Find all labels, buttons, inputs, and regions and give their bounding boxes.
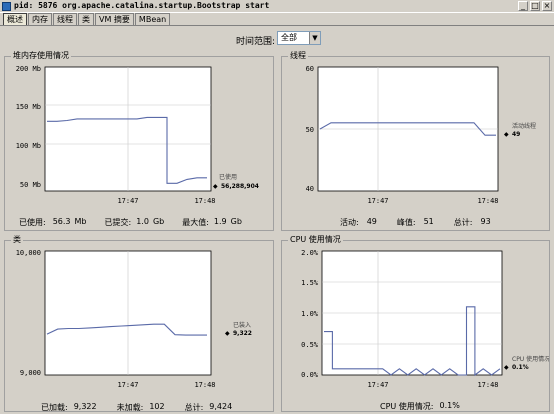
heap-max-label: 最大值: [182, 218, 209, 227]
series-marker-icon: ◆ [213, 183, 218, 190]
threads-y-tick: 40 [306, 185, 314, 193]
cpu-y-tick: 1.5% [301, 279, 319, 287]
heap-panel: 堆内存使用情况 200 Mb 150 Mb 100 Mb 50 Mb 17:47… [4, 51, 274, 231]
cpu-chart: 2.0% 1.5% 1.0% 0.5% 0.0% 17:47 17:48 CPU… [301, 249, 549, 389]
cpu-panel-title: CPU 使用情况 [288, 235, 343, 245]
heap-panel-title: 堆内存使用情况 [11, 51, 71, 61]
series-marker-icon: ◆ [504, 364, 509, 371]
threads-stats: 活动: 49 峰值: 51 总计: 93 [340, 217, 491, 228]
classes-unloaded-label: 未加载: [116, 403, 144, 412]
classes-y-tick: 10,000 [16, 249, 41, 257]
tab-memory[interactable]: 内存 [28, 13, 52, 25]
cpu-usage-value: 0.1% [439, 401, 460, 410]
cpu-stats: CPU 使用情况: 0.1% [380, 401, 460, 412]
heap-x-tick: 17:48 [194, 197, 215, 205]
heap-used-value: 56.3 [52, 217, 71, 226]
threads-live-label: 活动: [340, 218, 359, 227]
time-range-select[interactable]: 全部 ▼ [277, 31, 321, 45]
series-marker-icon: ◆ [225, 330, 230, 337]
cpu-x-tick: 17:48 [477, 381, 498, 389]
classes-stats: 已加载: 9,322 未加载: 102 总计: 9,424 [41, 402, 232, 413]
tab-vm-summary[interactable]: VM 摘要 [95, 13, 134, 25]
heap-chart: 200 Mb 150 Mb 100 Mb 50 Mb 17:47 17:48 已… [16, 65, 259, 205]
tab-threads[interactable]: 线程 [53, 13, 77, 25]
cpu-y-tick: 1.0% [301, 310, 319, 318]
heap-x-tick: 17:47 [117, 197, 138, 205]
threads-total-label: 总计: [453, 218, 473, 227]
threads-x-tick: 17:48 [477, 197, 498, 205]
classes-panel-title: 类 [11, 235, 23, 245]
heap-y-tick: 150 Mb [16, 103, 41, 111]
threads-y-tick: 60 [306, 65, 314, 73]
heap-y-tick: 100 Mb [16, 142, 41, 150]
classes-y-tick: 9,000 [20, 369, 41, 377]
heap-y-tick: 200 Mb [16, 65, 41, 73]
cpu-x-tick: 17:47 [367, 381, 388, 389]
threads-x-tick: 17:47 [367, 197, 388, 205]
heap-y-tick: 50 Mb [20, 181, 41, 189]
threads-series-value: 49 [512, 131, 520, 138]
threads-panel: 线程 60 50 40 17:47 17:48 活动线程 ◆ 49 活动: 49… [281, 51, 550, 231]
classes-loaded-label: 已加载: [41, 403, 68, 412]
tab-classes[interactable]: 类 [78, 13, 94, 25]
threads-peak-value: 51 [423, 217, 434, 226]
cpu-usage-label: CPU 使用情况: [380, 402, 434, 411]
heap-series-label: 已使用 [219, 173, 237, 181]
chevron-down-icon[interactable]: ▼ [309, 32, 320, 44]
threads-total-value: 93 [480, 217, 491, 226]
classes-x-tick: 17:47 [117, 381, 138, 389]
cpu-y-tick: 2.0% [301, 249, 319, 257]
classes-total-label: 总计: [184, 403, 204, 412]
classes-unloaded-value: 102 [149, 402, 165, 411]
cpu-series-label: CPU 使用情况 [512, 355, 549, 363]
heap-max-unit: Gb [230, 217, 242, 226]
heap-committed-unit: Gb [152, 217, 165, 226]
threads-live-value: 49 [366, 217, 377, 226]
threads-y-tick: 50 [306, 126, 314, 134]
title-bar: pid: 5876 org.apache.catalina.startup.Bo… [0, 0, 554, 13]
close-button[interactable]: × [542, 1, 552, 11]
maximize-button[interactable]: □ [530, 1, 540, 11]
minimize-button[interactable]: _ [518, 1, 528, 11]
classes-panel: 类 10,000 9,000 17:47 17:48 已装入 ◆ 9,322 已… [4, 235, 274, 413]
threads-panel-title: 线程 [288, 51, 308, 61]
classes-series-label: 已装入 [233, 321, 251, 329]
threads-peak-label: 峰值: [396, 218, 416, 227]
heap-stats: 已使用: 56.3 Mb 已提交: 1.0 Gb 最大值: 1.9 Gb [19, 217, 242, 228]
heap-committed-label: 已提交: [104, 218, 132, 227]
classes-series-value: 9,322 [233, 330, 252, 337]
cpu-series-value: 0.1% [512, 364, 529, 371]
cpu-y-tick: 0.5% [301, 341, 319, 349]
time-range-value: 全部 [281, 33, 297, 42]
classes-loaded-value: 9,322 [73, 402, 97, 411]
heap-committed-value: 1.0 [136, 217, 149, 226]
window-title: pid: 5876 org.apache.catalina.startup.Bo… [14, 1, 270, 10]
time-range-label: 时间范围: [236, 37, 276, 47]
classes-total-value: 9,424 [209, 402, 233, 411]
threads-chart: 60 50 40 17:47 17:48 活动线程 ◆ 49 [306, 65, 536, 205]
classes-chart: 10,000 9,000 17:47 17:48 已装入 ◆ 9,322 [16, 249, 252, 389]
cpu-panel: CPU 使用情况 2.0% 1.5% 1.0% 0.5% 0.0% 17:47 … [281, 235, 550, 412]
heap-max-value: 1.9 [213, 217, 227, 226]
heap-used-unit: Mb [74, 217, 87, 226]
tab-mbean[interactable]: MBean [134, 13, 171, 25]
threads-series-label: 活动线程 [512, 122, 536, 130]
classes-x-tick: 17:48 [194, 381, 215, 389]
heap-series-value: 56,288,904 [221, 183, 259, 190]
heap-used-label: 已使用: [19, 218, 46, 227]
java-app-icon [2, 2, 11, 11]
cpu-y-tick: 0.0% [301, 371, 319, 379]
series-marker-icon: ◆ [504, 131, 509, 138]
